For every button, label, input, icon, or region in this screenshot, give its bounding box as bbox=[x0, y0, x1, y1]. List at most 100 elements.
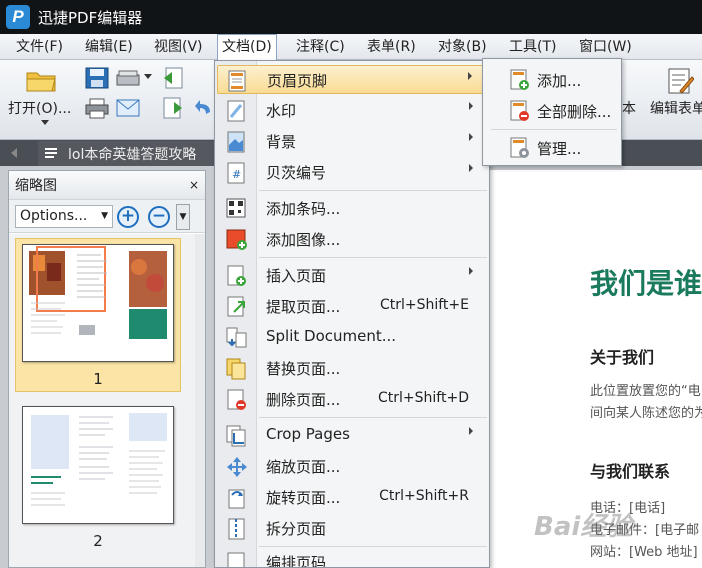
manage-header-icon bbox=[509, 137, 531, 159]
menu-separator bbox=[259, 546, 487, 547]
menu-item-label: 背景 bbox=[266, 133, 297, 151]
submenu-item-label: 全部删除... bbox=[537, 103, 612, 121]
menu-item-label: 页眉页脚 bbox=[267, 72, 328, 90]
panel-close-button[interactable]: × bbox=[189, 178, 199, 192]
menu-bar: 文件(F) 编辑(E) 视图(V) 文档(D) 注释(C) 表单(R) 对象(B… bbox=[0, 34, 702, 61]
menu-item-label: 添加图像... bbox=[266, 231, 341, 249]
menu-item-split-document[interactable]: Split Document... bbox=[217, 323, 487, 352]
watermark-icon bbox=[226, 100, 248, 122]
submenu-item-add[interactable]: 添加... bbox=[485, 65, 619, 94]
page-thumbnail-1[interactable] bbox=[22, 244, 174, 362]
zoom-dropdown-button[interactable]: ▼ bbox=[176, 204, 190, 230]
menu-item-add-image[interactable]: 添加图像... bbox=[217, 225, 487, 254]
menu-item-page-numbering[interactable]: 编排页码 bbox=[217, 550, 487, 567]
menu-item-label: 贝茨编号 bbox=[266, 164, 327, 182]
menu-comment[interactable]: 注释(C) bbox=[292, 34, 349, 60]
options-dropdown-label: Options... bbox=[20, 208, 88, 224]
menu-item-watermark[interactable]: 水印 bbox=[217, 96, 487, 125]
app-logo: P bbox=[6, 5, 30, 29]
previous-page-icon[interactable] bbox=[160, 66, 186, 90]
menu-edit[interactable]: 编辑(E) bbox=[81, 34, 137, 60]
menu-view[interactable]: 视图(V) bbox=[150, 34, 207, 60]
menu-item-shortcut: Ctrl+Shift+R bbox=[379, 488, 469, 504]
undo-icon[interactable] bbox=[193, 96, 213, 120]
delete-page-icon bbox=[226, 389, 248, 411]
zoom-in-button[interactable]: + bbox=[117, 206, 139, 228]
scan-icon[interactable] bbox=[115, 66, 141, 90]
edit-form-button-label[interactable]: 编辑表单 bbox=[650, 98, 702, 118]
menu-item-rotate-page[interactable]: 旋转页面... Ctrl+Shift+R bbox=[217, 483, 487, 512]
save-icon[interactable] bbox=[84, 66, 110, 90]
remove-all-header-icon bbox=[509, 100, 531, 122]
menu-item-delete-page[interactable]: 删除页面... Ctrl+Shift+D bbox=[217, 385, 487, 414]
menu-form[interactable]: 表单(R) bbox=[363, 34, 420, 60]
menu-item-label: 删除页面... bbox=[266, 391, 341, 409]
zoom-out-button[interactable]: − bbox=[148, 206, 170, 228]
submenu-arrow-icon bbox=[468, 72, 472, 80]
menu-separator bbox=[259, 417, 487, 418]
menu-window[interactable]: 窗口(W) bbox=[575, 34, 636, 60]
menu-object[interactable]: 对象(B) bbox=[434, 34, 491, 60]
extract-page-icon bbox=[226, 296, 248, 318]
thumbnail-panel-header: 缩略图 × bbox=[9, 171, 205, 199]
menu-item-split-page[interactable]: 拆分页面 bbox=[217, 514, 487, 543]
menu-item-shortcut: Ctrl+Shift+D bbox=[378, 390, 469, 406]
submenu-arrow-icon bbox=[469, 133, 473, 141]
resize-page-icon bbox=[226, 456, 248, 478]
menu-file[interactable]: 文件(F) bbox=[12, 34, 67, 60]
tab-scroll-left-icon[interactable] bbox=[10, 147, 24, 159]
insert-page-icon bbox=[226, 265, 248, 287]
barcode-icon bbox=[226, 198, 248, 220]
open-folder-icon[interactable] bbox=[24, 66, 58, 94]
next-page-icon[interactable] bbox=[160, 96, 186, 120]
contact-web: 网站：[Web 地址] bbox=[590, 545, 698, 560]
page-thumbnail-2[interactable] bbox=[22, 406, 174, 524]
open-dropdown-icon[interactable] bbox=[40, 118, 50, 126]
thumbnail-list: 1 2 bbox=[9, 234, 205, 567]
menu-item-add-barcode[interactable]: 添加条码... bbox=[217, 194, 487, 223]
submenu-arrow-icon bbox=[469, 267, 473, 275]
thumbnail-panel-title: 缩略图 bbox=[15, 178, 57, 194]
add-image-icon bbox=[226, 229, 248, 251]
menu-item-resize-page[interactable]: 缩放页面... bbox=[217, 452, 487, 481]
scan-dropdown-icon[interactable] bbox=[143, 72, 153, 80]
document-tab[interactable]: lol本命英雄答题攻略 bbox=[38, 141, 218, 166]
edit-form-icon[interactable] bbox=[665, 66, 695, 96]
crop-pages-icon bbox=[226, 425, 248, 447]
header-footer-submenu: 添加... 全部删除... 管理... bbox=[482, 58, 622, 166]
menu-item-label: Crop Pages bbox=[266, 425, 350, 443]
menu-item-insert-page[interactable]: 插入页面 bbox=[217, 261, 487, 290]
submenu-arrow-icon bbox=[469, 164, 473, 172]
submenu-item-remove-all[interactable]: 全部删除... bbox=[485, 96, 619, 125]
submenu-item-manage[interactable]: 管理... bbox=[485, 133, 619, 162]
watermark: Bai经验 bbox=[534, 512, 633, 542]
menu-item-label: 缩放页面... bbox=[266, 458, 341, 476]
menu-item-extract-page[interactable]: 提取页面... Ctrl+Shift+E bbox=[217, 292, 487, 321]
document-heading: 我们是谁 bbox=[590, 267, 702, 300]
document-tab-icon bbox=[44, 147, 58, 161]
menu-item-replace-page[interactable]: 替换页面... bbox=[217, 354, 487, 383]
svg-text:#: # bbox=[232, 168, 241, 181]
print-icon[interactable] bbox=[84, 96, 110, 120]
submenu-arrow-icon bbox=[469, 102, 473, 110]
text-tool-label[interactable]: 本 bbox=[622, 98, 636, 118]
app-title: 迅捷PDF编辑器 bbox=[38, 8, 143, 27]
menu-tools[interactable]: 工具(T) bbox=[505, 34, 560, 60]
menu-item-crop-pages[interactable]: Crop Pages bbox=[217, 421, 487, 450]
options-dropdown[interactable]: Options... ▼ bbox=[15, 205, 113, 228]
bates-number-icon: # bbox=[226, 162, 248, 184]
open-button-label[interactable]: 打开(O)... bbox=[8, 98, 71, 118]
menu-document[interactable]: 文档(D) bbox=[217, 34, 277, 61]
background-icon bbox=[226, 131, 248, 153]
email-icon[interactable] bbox=[115, 96, 141, 120]
menu-item-shortcut: Ctrl+Shift+E bbox=[379, 297, 469, 313]
split-page-icon bbox=[226, 518, 248, 540]
thumbnail-scrollbar[interactable] bbox=[195, 234, 205, 567]
add-header-icon bbox=[509, 69, 531, 91]
menu-item-header-footer[interactable]: 页眉页脚 bbox=[217, 65, 487, 94]
menu-item-background[interactable]: 背景 bbox=[217, 127, 487, 156]
thumbnail-tools: Options... ▼ + − ▼ bbox=[9, 199, 205, 233]
menu-item-label: 水印 bbox=[266, 102, 297, 120]
menu-item-bates-number[interactable]: # 贝茨编号 bbox=[217, 158, 487, 187]
menu-item-label: 添加条码... bbox=[266, 200, 341, 218]
